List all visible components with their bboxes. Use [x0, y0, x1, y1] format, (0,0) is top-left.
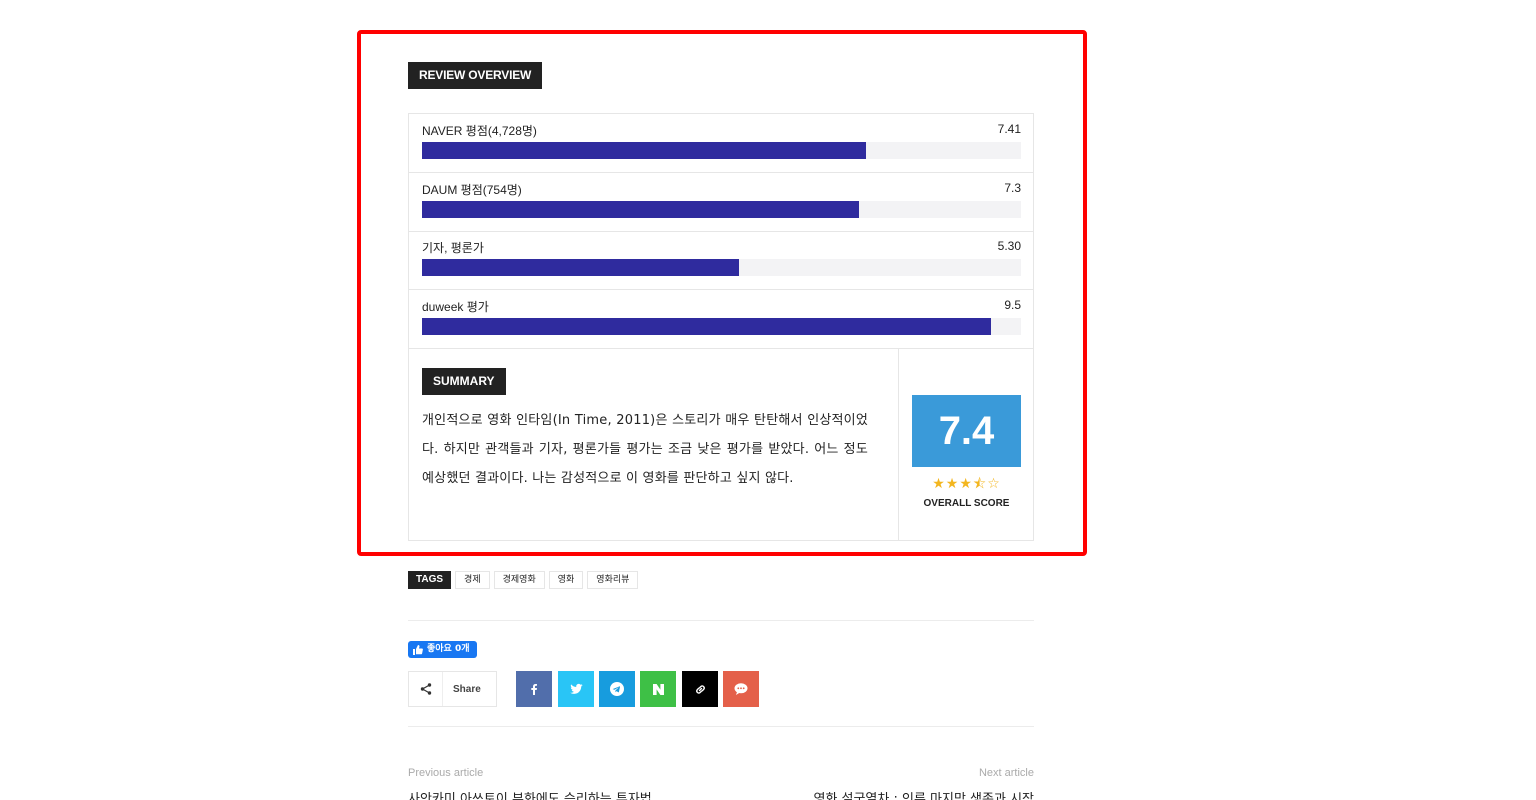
share-label: Share	[453, 683, 481, 695]
tag-link[interactable]: 영화	[548, 571, 584, 589]
star-half-icon: ⯪	[972, 475, 988, 491]
telegram-icon	[610, 682, 624, 696]
facebook-share-button[interactable]	[516, 671, 552, 707]
star-empty-icon: ☆	[987, 475, 1001, 491]
facebook-icon	[531, 684, 537, 695]
score-label: NAVER 평점(4,728명)	[422, 124, 537, 138]
summary-section: SUMMARY 개인적으로 영화 인타임(In Time, 2011)은 스토리…	[409, 349, 899, 541]
share-icon	[409, 672, 443, 706]
score-label: DAUM 평점(754명)	[422, 183, 522, 197]
score-row-daum: DAUM 평점(754명) 7.3	[409, 173, 1033, 232]
twitter-share-button[interactable]	[558, 671, 594, 707]
next-article-label: Next article	[978, 767, 1034, 779]
link-icon	[695, 684, 705, 694]
summary-text: 개인적으로 영화 인타임(In Time, 2011)은 스토리가 매우 탄탄해…	[422, 413, 868, 486]
overall-score-label: OVERALL SCORE	[923, 498, 1010, 509]
score-bar-fill	[422, 142, 866, 159]
copy-link-button[interactable]	[682, 671, 718, 707]
share-label-box[interactable]: Share	[408, 671, 497, 707]
kakaostory-share-button[interactable]	[723, 671, 759, 707]
naver-share-button[interactable]	[640, 671, 676, 707]
divider	[408, 726, 1034, 727]
star-full-icon: ★	[945, 475, 960, 491]
tag-link[interactable]: 영화리뷰	[587, 571, 639, 589]
score-bar-fill	[422, 259, 740, 276]
tags-label: TAGS	[408, 571, 452, 589]
chat-icon	[734, 683, 748, 695]
review-overview-table: NAVER 평점(4,728명) 7.41 DAUM 평점(754명) 7.3 …	[408, 113, 1034, 541]
divider	[408, 620, 1034, 621]
like-label: 좋아요 0개	[427, 644, 470, 654]
overall-score-section: 7.4 ★★★⯪☆ OVERALL SCORE	[899, 349, 1033, 541]
overall-score-value: 7.4	[912, 395, 1021, 467]
summary-heading: SUMMARY	[422, 368, 506, 395]
facebook-like-button[interactable]: 좋아요 0개	[408, 641, 477, 658]
naver-icon	[652, 683, 664, 695]
score-value: 5.30	[997, 239, 1021, 253]
score-label: duweek 평가	[422, 300, 489, 314]
score-value: 7.41	[997, 122, 1021, 136]
telegram-share-button[interactable]	[599, 671, 635, 707]
star-rating: ★★★⯪☆	[912, 473, 1021, 497]
score-row-duweek: duweek 평가 9.5	[409, 290, 1033, 349]
score-label: 기자, 평론가	[422, 241, 484, 255]
score-bar-fill	[422, 318, 992, 335]
tags-row: TAGS 경제 경제영화 영화 영화리뷰	[408, 571, 639, 589]
previous-article-link[interactable]: 사안카미 아쓰토이 부화에도 승리하는 투자법	[408, 788, 708, 800]
score-value: 7.3	[1004, 181, 1021, 195]
score-bar-track	[422, 201, 1021, 218]
score-row-critics: 기자, 평론가 5.30	[409, 231, 1033, 290]
star-full-icon: ★	[932, 475, 946, 491]
score-bar-track	[422, 142, 1021, 159]
score-bar-track	[422, 259, 1021, 276]
twitter-icon	[569, 683, 582, 694]
star-full-icon: ★	[959, 475, 973, 491]
tag-link[interactable]: 경제영화	[493, 571, 545, 589]
review-overview-heading: REVIEW OVERVIEW	[408, 62, 543, 89]
previous-article-label: Previous article	[408, 767, 484, 779]
tag-link[interactable]: 경제	[455, 571, 490, 589]
next-article-link[interactable]: 영화 설국열차 : 인류 마지막 생존과 시작	[795, 788, 1034, 800]
thumbs-up-icon	[413, 644, 423, 655]
score-row-naver: NAVER 평점(4,728명) 7.41	[409, 114, 1033, 173]
score-bar-track	[422, 318, 1021, 335]
score-bar-fill	[422, 201, 860, 218]
score-value: 9.5	[1004, 298, 1021, 312]
